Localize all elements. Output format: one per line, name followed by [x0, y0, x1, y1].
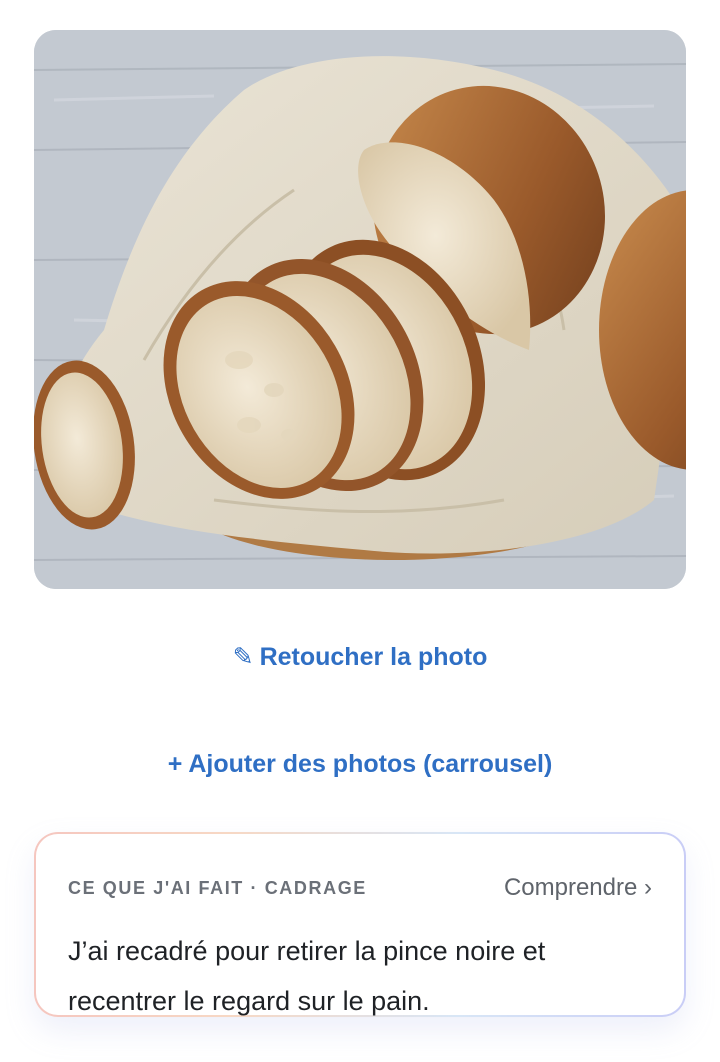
info-card-text: J’ai recadré pour retirer la pince noire…	[68, 936, 546, 1016]
bread-photo-image	[34, 30, 686, 589]
page: ✎ Retoucher la photo + Ajouter des photos…	[0, 0, 720, 1062]
understand-link[interactable]: Comprendre ›	[504, 874, 652, 902]
info-card-tag: CE QUE J'AI FAIT · CADRAGE	[68, 877, 367, 898]
add-photos-label: + Ajouter des photos (carrousel)	[167, 750, 553, 778]
info-card-header: CE QUE J'AI FAIT · CADRAGE Comprendre ›	[68, 834, 652, 902]
pencil-icon: ✎	[232, 643, 254, 671]
bread-photo[interactable]	[34, 30, 686, 589]
retouch-photo-label: Retoucher la photo	[259, 643, 488, 671]
info-card: CE QUE J'AI FAIT · CADRAGE Comprendre › …	[34, 832, 686, 1017]
info-card-body: CE QUE J'AI FAIT · CADRAGE Comprendre › …	[36, 834, 684, 1016]
retouch-photo-button[interactable]: ✎ Retoucher la photo	[0, 642, 720, 672]
add-photos-button[interactable]: + Ajouter des photos (carrousel)	[0, 750, 720, 779]
